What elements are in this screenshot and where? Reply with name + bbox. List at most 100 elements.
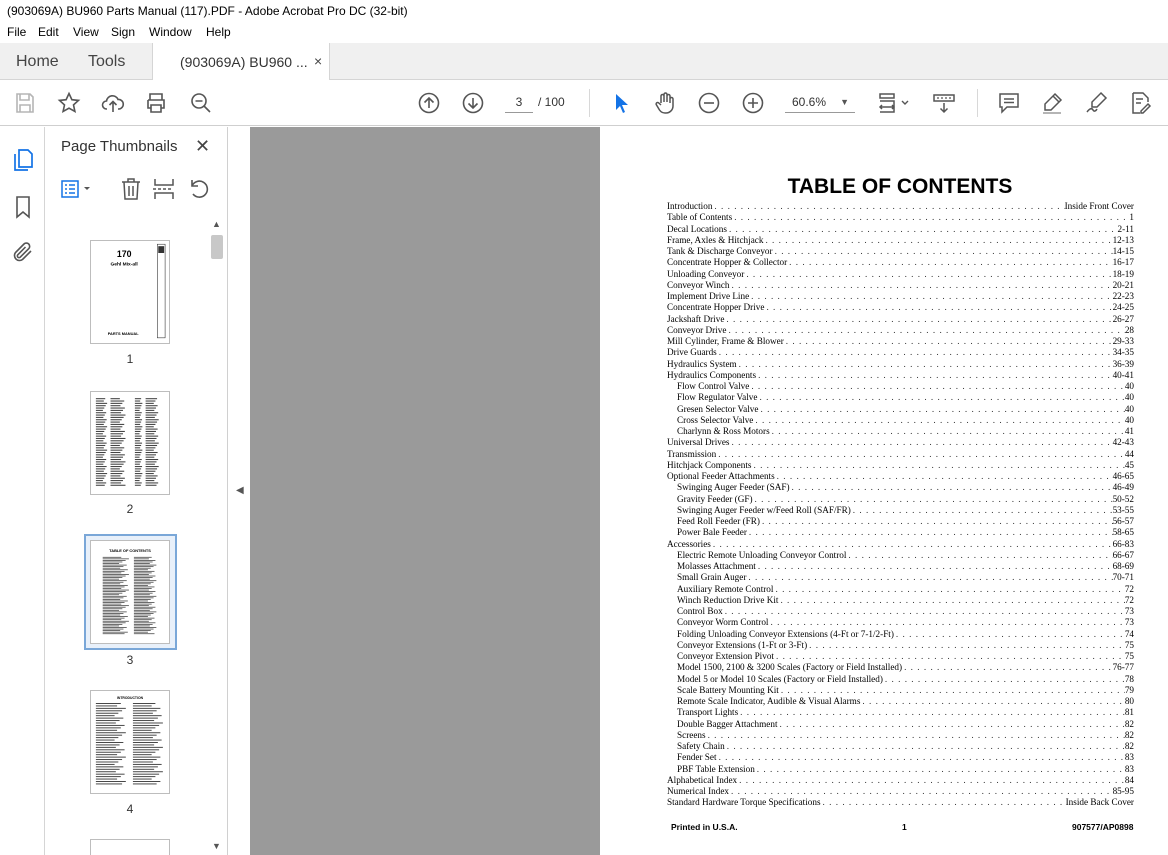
toc-entry[interactable]: Unloading Conveyor 18-19 xyxy=(667,269,1134,280)
menu-sign[interactable]: Sign xyxy=(111,25,135,39)
hand-tool-icon[interactable] xyxy=(653,91,677,115)
thumbnail-scrollbar[interactable]: ▲ ▼ xyxy=(210,219,224,855)
next-page-icon[interactable] xyxy=(461,91,485,115)
toc-entry[interactable]: Flow Control Valve 40 xyxy=(667,381,1134,392)
toc-entry[interactable]: Small Grain Auger 70-71 xyxy=(667,572,1134,583)
toc-entry[interactable]: Swinging Auger Feeder w/Feed Roll (SAF/F… xyxy=(667,505,1134,516)
toc-entry[interactable]: Gravity Feeder (GF) 50-52 xyxy=(667,494,1134,505)
print-icon[interactable] xyxy=(144,91,168,115)
toc-entry[interactable]: Model 1500, 2100 & 3200 Scales (Factory … xyxy=(667,662,1134,673)
menu-help[interactable]: Help xyxy=(206,25,231,39)
scrollbar-thumb[interactable] xyxy=(211,235,223,259)
zoom-level-select[interactable]: 60.6% ▼ xyxy=(785,91,855,113)
save-icon[interactable] xyxy=(13,91,37,115)
toc-entry[interactable]: Concentrate Hopper Drive 24-25 xyxy=(667,302,1134,313)
menu-window[interactable]: Window xyxy=(149,25,192,39)
toc-entry[interactable]: Implement Drive Line 22-23 xyxy=(667,291,1134,302)
toc-entry[interactable]: Conveyor Winch 20-21 xyxy=(667,280,1134,291)
toc-entry[interactable]: Table of Contents 1 xyxy=(667,212,1134,223)
document-view[interactable]: TABLE OF CONTENTS Introduction Inside Fro… xyxy=(250,127,1168,855)
toc-entry[interactable]: Optional Feeder Attachments 46-65 xyxy=(667,471,1134,482)
toc-entry[interactable]: Introduction Inside Front Cover xyxy=(667,201,1134,212)
toc-entry[interactable]: Cross Selector Valve 40 xyxy=(667,415,1134,426)
thumbnail-page-3[interactable]: TABLE OF CONTENTS xyxy=(90,540,170,644)
tab-close-icon[interactable]: × xyxy=(314,53,322,69)
tab-document[interactable]: (903069A) BU960 ... × xyxy=(152,43,330,81)
tab-home[interactable]: Home xyxy=(16,53,59,71)
toc-entry[interactable]: Alphabetical Index 84 xyxy=(667,775,1134,786)
thumbnail-page-4[interactable]: INTRODUCTION xyxy=(90,690,170,794)
toc-entry[interactable]: Numerical Index 85-95 xyxy=(667,786,1134,797)
toc-entry[interactable]: Standard Hardware Torque Specifications I… xyxy=(667,797,1134,808)
highlight-pen-icon[interactable] xyxy=(1040,91,1064,115)
menu-view[interactable]: View xyxy=(73,25,99,39)
toc-entry[interactable]: Double Bagger Attachment 82 xyxy=(667,719,1134,730)
edit-pdf-icon[interactable] xyxy=(1128,91,1152,115)
toc-entry[interactable]: Auxiliary Remote Control 72 xyxy=(667,584,1134,595)
toc-entry[interactable]: Screens 82 xyxy=(667,730,1134,741)
select-cursor-icon[interactable] xyxy=(609,91,633,115)
upload-cloud-icon[interactable] xyxy=(101,91,125,115)
fit-page-icon[interactable] xyxy=(877,91,913,115)
toc-entry[interactable]: Charlynn & Ross Motors 41 xyxy=(667,426,1134,437)
toc-entry[interactable]: Scale Battery Mounting Kit 79 xyxy=(667,685,1134,696)
panel-splitter[interactable]: ◀ xyxy=(228,127,250,855)
toc-entry[interactable]: Conveyor Extension Pivot 75 xyxy=(667,651,1134,662)
scroll-up-icon[interactable]: ▲ xyxy=(212,219,221,229)
thumbnail-page-5-partial[interactable] xyxy=(90,839,170,855)
page-number-input[interactable]: 3 xyxy=(505,91,533,113)
delete-page-icon[interactable] xyxy=(119,177,143,201)
bookmark-star-icon[interactable] xyxy=(57,91,81,115)
close-panel-icon[interactable]: ✕ xyxy=(195,136,210,157)
toc-entry[interactable]: Gresen Selector Valve 40 xyxy=(667,404,1134,415)
previous-page-icon[interactable] xyxy=(417,91,441,115)
toc-entry[interactable]: Safety Chain 82 xyxy=(667,741,1134,752)
toc-entry[interactable]: Universal Drives 42-43 xyxy=(667,437,1134,448)
collapse-panel-arrow-icon[interactable]: ◀ xyxy=(236,485,244,496)
rotate-page-icon[interactable] xyxy=(187,177,211,201)
draw-sign-icon[interactable] xyxy=(1084,91,1108,115)
thumbnail-options-icon[interactable] xyxy=(60,177,96,201)
toc-entry[interactable]: Tank & Discharge Conveyor 14-15 xyxy=(667,246,1134,257)
toc-entry[interactable]: Jackshaft Drive 26-27 xyxy=(667,314,1134,325)
toc-entry[interactable]: Winch Reduction Drive Kit 72 xyxy=(667,595,1134,606)
toc-entry[interactable]: Decal Locations 2-11 xyxy=(667,224,1134,235)
toc-entry[interactable]: Drive Guards 34-35 xyxy=(667,347,1134,358)
zoom-in-icon[interactable] xyxy=(741,91,765,115)
comment-icon[interactable] xyxy=(997,91,1021,115)
toc-entry[interactable]: Mill Cylinder, Frame & Blower 29-33 xyxy=(667,336,1134,347)
toc-entry[interactable]: Molasses Attachment 68-69 xyxy=(667,561,1134,572)
thumbnail-page-2[interactable] xyxy=(90,391,170,495)
tab-tools[interactable]: Tools xyxy=(88,53,125,71)
toc-entry[interactable]: Remote Scale Indicator, Audible & Visual… xyxy=(667,696,1134,707)
toc-entry[interactable]: Conveyor Drive 28 xyxy=(667,325,1134,336)
thumbnail-page-1[interactable]: 170 Gehl Mix-all PARTS MANUAL xyxy=(90,240,170,344)
scroll-down-icon[interactable]: ▼ xyxy=(212,841,221,851)
toc-entry[interactable]: Hitchjack Components 45 xyxy=(667,460,1134,471)
toc-entry[interactable]: Concentrate Hopper & Collector 16-17 xyxy=(667,257,1134,268)
zoom-out-icon[interactable] xyxy=(697,91,721,115)
toc-entry[interactable]: Folding Unloading Conveyor Extensions (4… xyxy=(667,629,1134,640)
toc-entry[interactable]: Control Box 73 xyxy=(667,606,1134,617)
toc-entry[interactable]: Swinging Auger Feeder (SAF) 46-49 xyxy=(667,482,1134,493)
toc-entry[interactable]: Feed Roll Feeder (FR) 56-57 xyxy=(667,516,1134,527)
toc-entry[interactable]: PBF Table Extension 83 xyxy=(667,764,1134,775)
menu-file[interactable]: File xyxy=(7,25,26,39)
toc-entry[interactable]: Fender Set 83 xyxy=(667,752,1134,763)
toc-entry[interactable]: Frame, Axles & Hitchjack 12-13 xyxy=(667,235,1134,246)
toc-entry[interactable]: Hydraulics System 36-39 xyxy=(667,359,1134,370)
attachments-paperclip-icon[interactable] xyxy=(11,240,35,264)
toc-entry[interactable]: Electric Remote Unloading Conveyor Contr… xyxy=(667,550,1134,561)
toc-entry[interactable]: Conveyor Worm Control 73 xyxy=(667,617,1134,628)
bookmarks-icon[interactable] xyxy=(11,195,35,219)
toc-entry[interactable]: Accessories 66-83 xyxy=(667,539,1134,550)
toc-entry[interactable]: Conveyor Extensions (1-Ft or 3-Ft) 75 xyxy=(667,640,1134,651)
toc-entry[interactable]: Power Bale Feeder 58-65 xyxy=(667,527,1134,538)
split-pages-icon[interactable] xyxy=(152,177,176,201)
zoom-search-icon[interactable] xyxy=(189,91,213,115)
scroll-mode-icon[interactable] xyxy=(932,91,956,115)
page-thumbnails-icon[interactable] xyxy=(11,148,35,172)
toc-entry[interactable]: Hydraulics Components 40-41 xyxy=(667,370,1134,381)
toc-entry[interactable]: Transport Lights 81 xyxy=(667,707,1134,718)
toc-entry[interactable]: Model 5 or Model 10 Scales (Factory or F… xyxy=(667,674,1134,685)
